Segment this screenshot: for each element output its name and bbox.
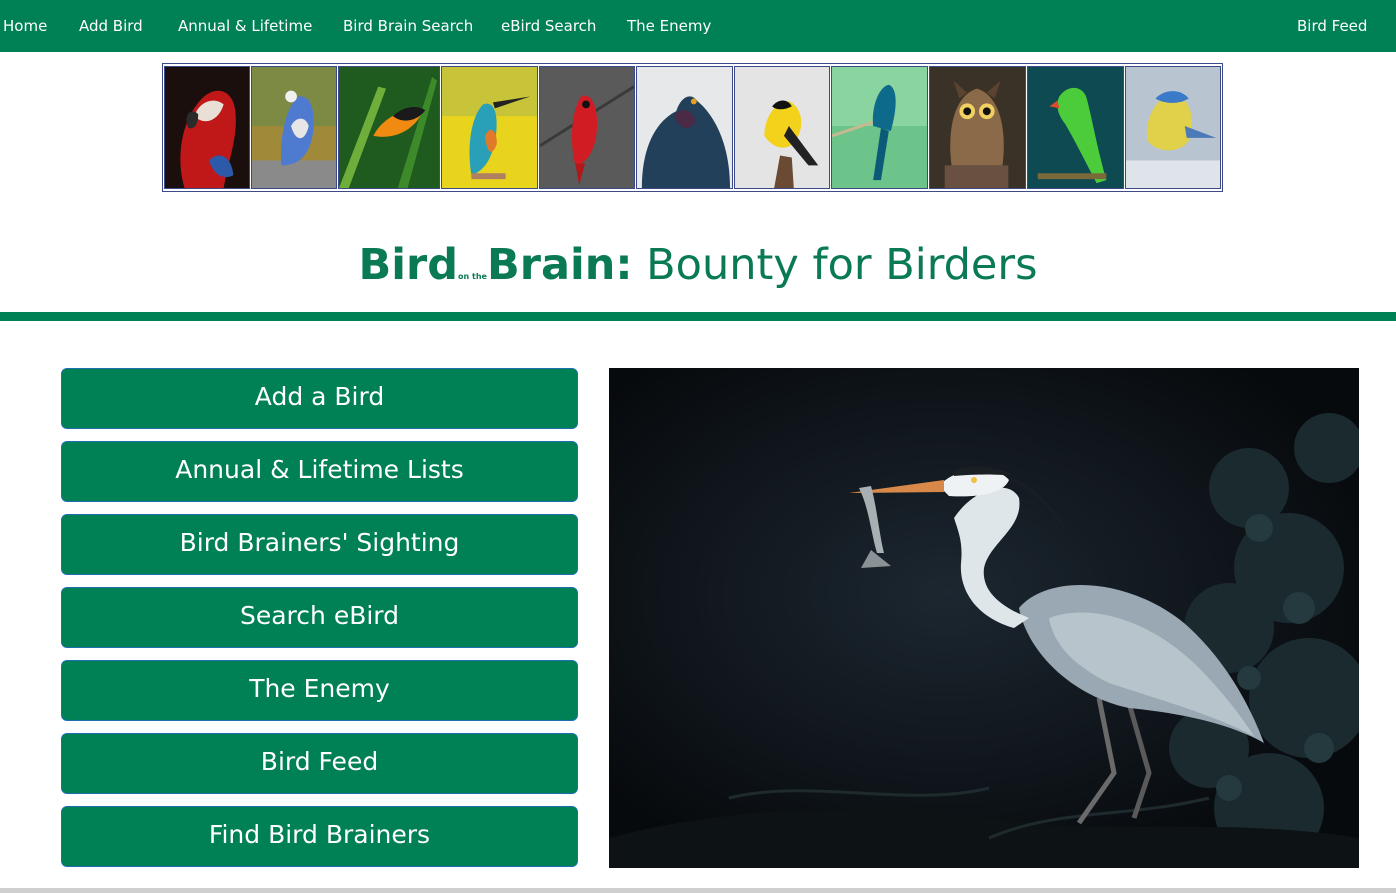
- bird-brainers-sighting-button[interactable]: Bird Brainers' Sighting: [61, 514, 578, 575]
- goldfinch-photo: [734, 66, 830, 189]
- nav-bird-brain-search[interactable]: Bird Brain Search: [343, 0, 473, 52]
- search-ebird-button[interactable]: Search eBird: [61, 587, 578, 648]
- kingfisher-photo: [441, 66, 538, 189]
- page-title: Birdon theBrain: Bounty for Birders: [0, 240, 1396, 290]
- bottom-scrollbar: [0, 888, 1396, 893]
- heron-photo: [609, 368, 1359, 868]
- bird-feed-button[interactable]: Bird Feed: [61, 733, 578, 794]
- nav-annual-lifetime[interactable]: Annual & Lifetime: [178, 0, 312, 52]
- nav-bird-feed[interactable]: Bird Feed: [1297, 0, 1367, 52]
- title-brain: Brain:: [486, 240, 633, 290]
- macaw-photo: [164, 66, 250, 189]
- add-a-bird-button[interactable]: Add a Bird: [61, 368, 578, 429]
- title-bird: Bird: [358, 240, 459, 290]
- the-enemy-button[interactable]: The Enemy: [61, 660, 578, 721]
- title-on-the: on the: [458, 272, 487, 281]
- oriole-photo: [338, 66, 440, 189]
- parakeet-photo: [1027, 66, 1124, 189]
- annual-lifetime-lists-button[interactable]: Annual & Lifetime Lists: [61, 441, 578, 502]
- nav-the-enemy[interactable]: The Enemy: [627, 0, 711, 52]
- blue-jay-photo: [251, 66, 337, 189]
- owl-photo: [929, 66, 1026, 189]
- pigeon-photo: [636, 66, 733, 189]
- find-bird-brainers-button[interactable]: Find Bird Brainers: [61, 806, 578, 867]
- header-divider: [0, 312, 1396, 321]
- blue-tit-photo: [1125, 66, 1221, 189]
- top-navigation: Home Add Bird Annual & Lifetime Bird Bra…: [0, 0, 1396, 52]
- cardinal-photo: [539, 66, 635, 189]
- drongo-photo: [831, 66, 928, 189]
- nav-home[interactable]: Home: [3, 0, 47, 52]
- nav-ebird-search[interactable]: eBird Search: [501, 0, 596, 52]
- nav-add-bird[interactable]: Add Bird: [79, 0, 143, 52]
- bird-photo-banner: [162, 63, 1223, 192]
- title-tagline: Bounty for Birders: [632, 240, 1038, 290]
